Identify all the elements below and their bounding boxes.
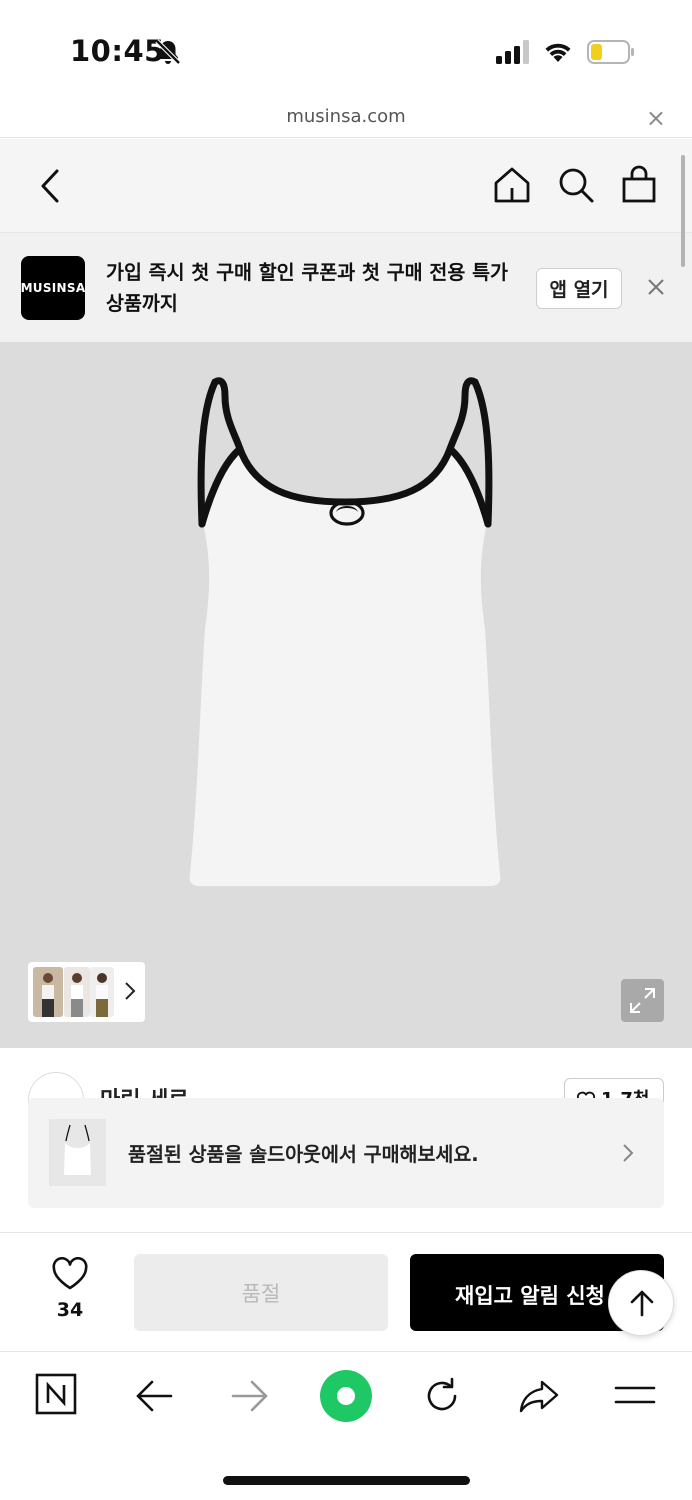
scroll-to-top-button[interactable]	[608, 1270, 674, 1336]
purchase-bar: 34 품절 재입고 알림 신청	[0, 1232, 692, 1352]
arrow-up-icon	[630, 1290, 654, 1317]
home-indicator	[223, 1476, 470, 1485]
status-bar: 10:45	[0, 0, 692, 100]
share-icon[interactable]	[518, 1378, 560, 1414]
url-close-icon[interactable]: ×	[646, 104, 666, 132]
soldout-product-thumb	[49, 1119, 106, 1186]
green-dot-icon[interactable]	[320, 1370, 372, 1422]
signal-icon	[496, 40, 529, 64]
wish-count: 34	[56, 1299, 84, 1321]
thumbnail-photo[interactable]	[64, 967, 90, 1017]
search-icon[interactable]	[557, 166, 595, 204]
thumbnail-strip[interactable]	[28, 962, 145, 1022]
scrollbar[interactable]	[681, 155, 685, 267]
product-image[interactable]	[0, 342, 692, 1048]
soldout-button: 품절	[134, 1254, 388, 1331]
product-info: 마린 세르 1.7천 품절된 상품을 솔드아웃에서 구매해보세요.	[0, 1048, 692, 1232]
wifi-icon	[545, 43, 571, 62]
open-app-button[interactable]: 앱 열기	[536, 268, 622, 309]
close-icon[interactable]	[646, 277, 666, 297]
browser-forward-icon[interactable]	[230, 1378, 270, 1414]
menu-icon[interactable]	[614, 1382, 656, 1408]
app-install-banner: MUSINSA 가입 즉시 첫 구매 할인 쿠폰과 첫 구매 전용 특가 상품까…	[0, 232, 692, 342]
app-banner-text: 가입 즉시 첫 구매 할인 쿠폰과 첫 구매 전용 특가 상품까지	[106, 261, 508, 315]
app-logo: MUSINSA	[21, 256, 85, 320]
home-icon[interactable]	[493, 166, 531, 204]
soldout-notice-text: 품절된 상품을 솔드아웃에서 구매해보세요.	[128, 1143, 479, 1166]
heart-icon[interactable]	[51, 1257, 89, 1291]
expand-icon[interactable]	[621, 979, 664, 1022]
battery-icon	[587, 40, 634, 64]
url-text[interactable]: musinsa.com	[0, 106, 692, 127]
chevron-right-icon[interactable]	[124, 980, 136, 1002]
bell-slash-icon	[155, 39, 181, 65]
reload-icon[interactable]	[422, 1376, 462, 1416]
naver-icon[interactable]	[34, 1372, 78, 1416]
thumbnail-photo[interactable]	[90, 967, 114, 1017]
chevron-right-icon[interactable]	[622, 1142, 634, 1164]
url-bar[interactable]: musinsa.com ×	[0, 100, 692, 138]
soldout-notice[interactable]: 품절된 상품을 솔드아웃에서 구매해보세요.	[28, 1098, 664, 1208]
bag-icon[interactable]	[621, 165, 657, 203]
site-header	[0, 139, 692, 232]
status-time: 10:45	[70, 34, 165, 68]
browser-back-icon[interactable]	[134, 1378, 174, 1414]
tank-top-image	[189, 377, 501, 886]
thumbnail-photo[interactable]	[33, 967, 63, 1017]
back-icon[interactable]	[40, 169, 60, 203]
